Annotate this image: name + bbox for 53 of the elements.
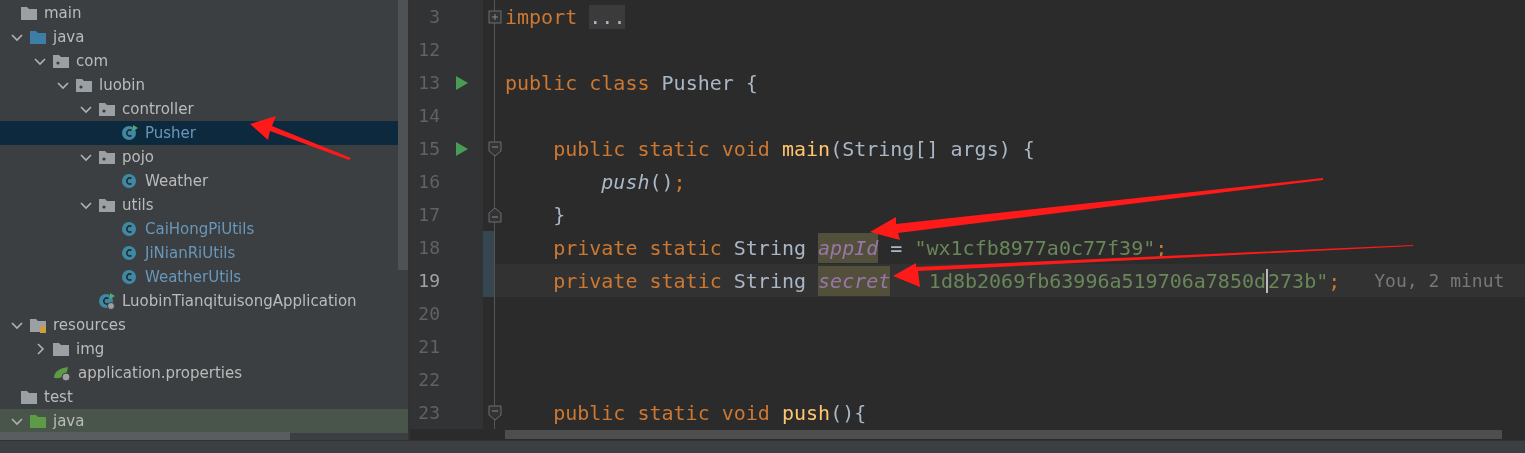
folder-icon: [98, 149, 116, 165]
folder-icon: [29, 413, 47, 429]
tree-item[interactable]: utils: [122, 196, 154, 214]
tree-item[interactable]: java: [53, 412, 85, 430]
tree-item[interactable]: controller: [122, 100, 194, 118]
folder-icon: [98, 197, 116, 213]
folder-icon: [98, 101, 116, 117]
class-icon: [121, 172, 139, 190]
class-icon: [121, 268, 139, 286]
class-icon: [121, 244, 139, 262]
tree-item[interactable]: pojo: [122, 148, 155, 166]
code-line: public class Pusher {: [505, 69, 758, 97]
class-icon: [98, 292, 116, 310]
tree-item[interactable]: luobin: [99, 76, 146, 94]
folder-icon: [20, 389, 38, 405]
tree-item[interactable]: WeatherUtils: [145, 268, 242, 286]
folder-icon: [52, 53, 70, 69]
expand-icon[interactable]: [488, 9, 502, 24]
tree-item[interactable]: test: [44, 388, 73, 406]
collapse-icon[interactable]: [488, 140, 502, 157]
class-icon: [121, 124, 139, 142]
collapse-icon[interactable]: [488, 404, 502, 421]
tree-item[interactable]: com: [76, 52, 109, 70]
folder-icon: [52, 341, 70, 357]
tree-item[interactable]: java: [53, 28, 85, 46]
folder-icon: [29, 29, 47, 45]
code-line: }: [552, 201, 566, 229]
scrollbar[interactable]: [505, 430, 1502, 439]
tree-item[interactable]: Pusher: [145, 124, 196, 142]
blame-annotation: You, 2 minut: [1374, 270, 1505, 291]
folder-icon: [20, 5, 38, 21]
tree-item[interactable]: main: [44, 4, 82, 22]
code-line: push();: [600, 168, 686, 196]
tree-item[interactable]: application.properties: [78, 364, 243, 382]
scrollbar[interactable]: [0, 432, 290, 440]
tree-item[interactable]: JiNianRiUtils: [145, 244, 236, 262]
scrollbar[interactable]: [398, 0, 408, 270]
line-number: 19: [417, 270, 440, 291]
class-icon: [121, 220, 139, 238]
code-line: public static void push(){: [552, 399, 867, 427]
code-line: import ...: [505, 3, 626, 31]
folder-icon: [75, 77, 93, 93]
leaf-gear-icon: [52, 364, 72, 382]
folder-icon: [29, 317, 47, 333]
tree-item[interactable]: CaiHongPiUtils: [145, 220, 255, 238]
run-icon[interactable]: [455, 140, 469, 157]
tree-item[interactable]: img: [76, 340, 105, 358]
tree-item[interactable]: resources: [53, 316, 126, 334]
code-line: public static void main(String[] args) {: [552, 135, 1035, 163]
run-icon[interactable]: [455, 74, 469, 91]
tree-item[interactable]: LuobinTianqituisongApplication: [122, 292, 357, 310]
tree-item[interactable]: Weather: [145, 172, 209, 190]
collapse-icon[interactable]: [488, 206, 502, 223]
